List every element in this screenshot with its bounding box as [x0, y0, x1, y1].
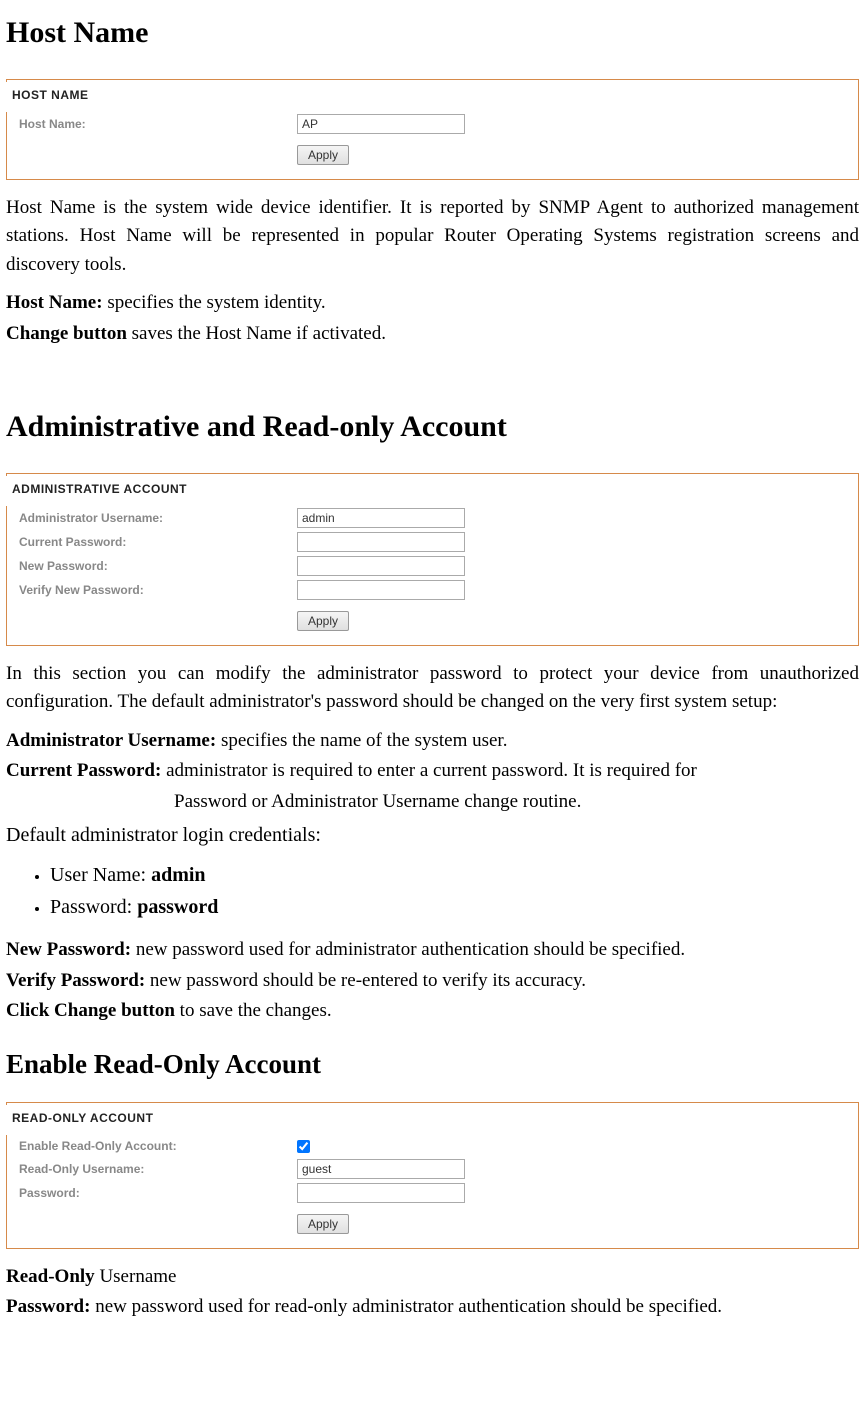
current-password-label: Current Password:: [15, 533, 297, 551]
enable-readonly-checkbox[interactable]: [297, 1140, 310, 1153]
creds-intro: Default administrator login credentials:: [6, 820, 859, 850]
hostname-input[interactable]: [297, 114, 465, 134]
hostname-field-label: Host Name:: [15, 115, 297, 133]
cred-password: Password: password: [50, 892, 859, 922]
verify-password-label: Verify New Password:: [15, 581, 297, 599]
hostname-panel-header: HOST NAME: [6, 82, 95, 112]
readonly-def-password: Password: new password used for read-onl…: [6, 1293, 859, 1322]
readonly-title: Enable Read-Only Account: [6, 1044, 859, 1085]
admin-def-username: Administrator Username: specifies the na…: [6, 727, 859, 756]
readonly-password-label: Password:: [15, 1184, 297, 1202]
default-credentials-list: User Name: admin Password: password: [6, 860, 859, 922]
admin-def-currentpw2: Password or Administrator Username chang…: [6, 788, 859, 817]
hostname-description: Host Name is the system wide device iden…: [6, 194, 859, 280]
readonly-password-input[interactable]: [297, 1183, 465, 1203]
hostname-panel: HOST NAME Host Name: Apply: [6, 79, 859, 180]
admin-panel: ADMINISTRATIVE ACCOUNT Administrator Use…: [6, 473, 859, 646]
admin-def-verifypw: Verify Password: new password should be …: [6, 967, 859, 996]
admin-def-click: Click Change button to save the changes.: [6, 997, 859, 1026]
readonly-panel-header: READ-ONLY ACCOUNT: [6, 1105, 159, 1135]
readonly-username-input[interactable]: [297, 1159, 465, 1179]
verify-password-input[interactable]: [297, 580, 465, 600]
admin-def-newpw: New Password: new password used for admi…: [6, 936, 859, 965]
new-password-input[interactable]: [297, 556, 465, 576]
new-password-label: New Password:: [15, 557, 297, 575]
hostname-title: Host Name: [6, 10, 859, 55]
enable-readonly-label: Enable Read-Only Account:: [15, 1137, 297, 1155]
admin-def-currentpw: Current Password: administrator is requi…: [6, 757, 859, 786]
hostname-def1: Host Name: specifies the system identity…: [6, 289, 859, 318]
readonly-apply-button[interactable]: Apply: [297, 1214, 349, 1234]
current-password-input[interactable]: [297, 532, 465, 552]
hostname-def2: Change button saves the Host Name if act…: [6, 320, 859, 349]
admin-panel-header: ADMINISTRATIVE ACCOUNT: [6, 476, 193, 506]
admin-description: In this section you can modify the admin…: [6, 660, 859, 717]
hostname-apply-button[interactable]: Apply: [297, 145, 349, 165]
admin-title: Administrative and Read-only Account: [6, 404, 859, 449]
admin-apply-button[interactable]: Apply: [297, 611, 349, 631]
admin-username-label: Administrator Username:: [15, 509, 297, 527]
cred-username: User Name: admin: [50, 860, 859, 890]
readonly-username-label: Read-Only Username:: [15, 1160, 297, 1178]
admin-username-input[interactable]: [297, 508, 465, 528]
readonly-panel: READ-ONLY ACCOUNT Enable Read-Only Accou…: [6, 1102, 859, 1249]
readonly-def-username: Read-Only Username: [6, 1263, 859, 1292]
